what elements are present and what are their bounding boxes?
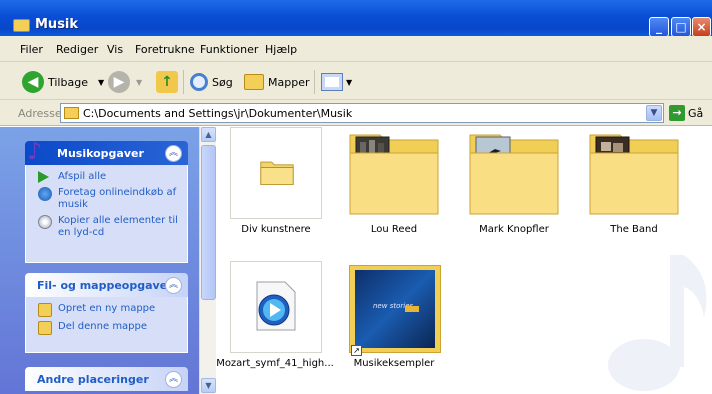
forward-arrow-icon: ▶ [108,71,130,93]
collapse-chevron-icon[interactable]: ︽ [165,145,182,162]
menu-filer[interactable]: Filer [20,43,43,56]
back-button[interactable]: ◀ Tilbage ▼ [22,70,104,94]
album-folder-icon[interactable] [469,129,559,215]
go-button[interactable]: → Gå [669,105,703,121]
views-icon [321,73,343,91]
menu-hjaelp[interactable]: Hjælp [265,43,297,56]
task-share-folder[interactable]: Del denne mappe [38,321,179,335]
file-tasks-group: Fil- og mappeopgaver ︽ Opret en ny mappe… [25,273,188,353]
music-tasks-header[interactable]: ♪ Musikopgaver ︽ [25,137,188,165]
views-button[interactable]: ▼ [321,70,352,94]
task-pane: ♪ ♪ Musikopgaver ︽ Afspil alle Foretag o… [0,127,199,394]
album-art-image: new stories [355,270,435,348]
go-arrow-icon: → [669,105,685,121]
file-tasks-title: Fil- og mappeopgaver [37,279,173,292]
title-bar[interactable]: Musik _ □ × [0,0,712,37]
item-label: Musikeksempler [353,358,435,369]
back-label: Tilbage [48,75,88,89]
collapse-chevron-icon[interactable]: ︽ [165,277,182,294]
globe-icon [38,187,52,201]
folders-icon [244,74,264,90]
search-icon [190,73,208,91]
minimize-button[interactable]: _ [649,17,669,37]
file-view: Div kunstnere Lou Reed Mark Knopfler The… [216,127,712,394]
cd-copy-icon [38,215,52,229]
up-folder-button[interactable]: ↑ [156,70,178,94]
search-button[interactable]: Søg [190,70,233,94]
menu-bar: Filer Rediger Vis Foretrukne Funktioner … [0,36,712,93]
item-label: Mozart_symf_41_high... [216,358,334,369]
menu-foretrukne[interactable]: Foretrukne [135,43,195,56]
forward-button[interactable]: ▶ ▼ [108,70,142,94]
back-dropdown-icon[interactable]: ▼ [98,78,104,87]
scroll-down-icon[interactable]: ▼ [201,378,216,393]
windows-media-file-icon [256,281,296,331]
up-folder-icon: ↑ [156,71,178,93]
item-label: Lou Reed [370,224,418,235]
music-note-watermark-icon [608,255,707,391]
address-input[interactable]: C:\Documents and Settings\jr\Dokumenter\… [60,103,664,123]
music-tasks-title: Musikopgaver [57,147,144,160]
task-label: Foretag onlineindkøb af musik [58,187,177,210]
item-label: The Band [610,224,658,235]
go-label: Gå [688,106,704,120]
music-tasks-group: ♪ Musikopgaver ︽ Afspil alle Foretag onl… [25,137,188,263]
search-label: Søg [212,75,233,89]
task-label: Kopier alle elementer til en lyd-cd [58,215,178,238]
toolbar-separator [314,70,315,94]
other-places-header[interactable]: Andre placeringer ︽ [25,367,188,391]
close-button[interactable]: × [692,17,711,37]
address-bar: Adresse C:\Documents and Settings\jr\Dok… [0,100,712,126]
album-folder-icon[interactable] [589,129,679,215]
folders-label: Mapper [268,75,310,89]
folder-music-icon [13,19,30,32]
back-arrow-icon: ◀ [22,71,44,93]
task-copy-to-cd[interactable]: Kopier alle elementer til en lyd-cd [38,215,179,239]
folder-thumbnail [230,127,322,219]
album-art-frame: new stories [349,265,441,353]
menu-funktioner[interactable]: Funktioner [200,43,258,56]
folders-button[interactable]: Mapper [244,70,310,94]
menu-vis[interactable]: Vis [107,43,123,56]
music-note-icon: ♪ [27,137,43,165]
address-path: C:\Documents and Settings\jr\Dokumenter\… [83,107,353,120]
address-dropdown-icon[interactable]: ▼ [646,105,662,121]
vertical-scrollbar[interactable]: ▲ ▼ [199,127,216,394]
scroll-thumb[interactable] [201,145,216,300]
toolbar: ◀ Tilbage ▼ ▶ ▼ ↑ Søg Mapper ▼ [0,62,712,100]
file-thumbnail [230,261,322,353]
address-label: Adresse [18,107,62,120]
collapse-chevron-icon[interactable]: ︽ [165,371,182,388]
scroll-up-icon[interactable]: ▲ [201,127,216,142]
album-art-decoration [405,306,419,312]
explorer-window: Musik _ □ × Filer Rediger Vis Foretrukne… [0,0,712,394]
task-play-all[interactable]: Afspil alle [38,171,179,183]
other-places-title: Andre placeringer [37,373,149,386]
file-tasks-header[interactable]: Fil- og mappeopgaver ︽ [25,273,188,297]
play-icon [38,171,49,183]
folder-icon [260,161,294,186]
menu-rediger[interactable]: Rediger [56,43,98,56]
item-label: Mark Knopfler [479,224,549,235]
task-label: Del denne mappe [58,321,148,332]
task-buy-online[interactable]: Foretag onlineindkøb af musik [38,187,179,211]
task-label: Opret en ny mappe [58,303,156,314]
share-folder-icon [38,321,52,335]
task-label: Afspil alle [58,171,107,182]
forward-dropdown-icon[interactable]: ▼ [136,78,142,87]
new-folder-icon [38,303,52,317]
item-label: Div kunstnere [241,224,311,235]
task-new-folder[interactable]: Opret en ny mappe [38,303,179,317]
window-title: Musik [35,17,79,32]
maximize-button[interactable]: □ [671,17,691,37]
album-folder-icon[interactable] [349,129,439,215]
views-dropdown-icon[interactable]: ▼ [346,78,352,87]
folder-music-icon [64,107,79,119]
toolbar-separator [183,70,184,94]
other-places-group: Andre placeringer ︽ [25,367,188,391]
shortcut-arrow-icon: ↗ [351,345,362,356]
